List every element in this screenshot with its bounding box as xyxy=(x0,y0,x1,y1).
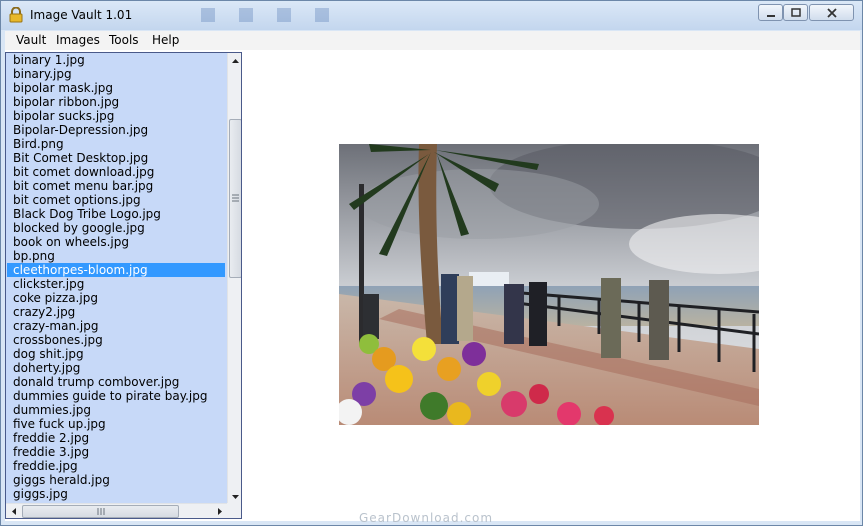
list-item[interactable]: crazy2.jpg xyxy=(7,305,225,319)
list-item[interactable]: binary 1.jpg xyxy=(7,53,225,67)
list-item[interactable]: bipolar mask.jpg xyxy=(7,81,225,95)
grip-icon xyxy=(97,508,105,515)
window-title: Image Vault 1.01 xyxy=(30,8,133,22)
list-item[interactable]: doherty.jpg xyxy=(7,361,225,375)
list-item[interactable]: bit comet menu bar.jpg xyxy=(7,179,225,193)
list-item[interactable]: coke pizza.jpg xyxy=(7,291,225,305)
horizontal-scrollbar[interactable] xyxy=(6,503,227,518)
file-list-rows: binary 1.jpg binary.jpg bipolar mask.jpg bi… xyxy=(7,53,225,501)
vertical-scroll-thumb[interactable] xyxy=(229,119,241,278)
menu-help[interactable]: Help xyxy=(152,33,179,47)
list-item[interactable]: Bird.png xyxy=(7,137,225,151)
menu-tools[interactable]: Tools xyxy=(109,33,139,47)
scroll-left-button[interactable] xyxy=(6,504,21,518)
menu-images[interactable]: Images xyxy=(56,33,100,47)
file-list[interactable]: binary 1.jpg binary.jpg bipolar mask.jpg bi… xyxy=(5,52,242,519)
close-icon xyxy=(826,7,837,18)
list-item[interactable]: Bipolar-Depression.jpg xyxy=(7,123,225,137)
list-item[interactable]: book on wheels.jpg xyxy=(7,235,225,249)
menu-vault[interactable]: Vault xyxy=(16,33,46,47)
title-bar[interactable]: Image Vault 1.01 xyxy=(1,1,862,30)
maximize-icon xyxy=(790,7,801,17)
list-item[interactable]: dummies.jpg xyxy=(7,403,225,417)
minimize-button[interactable] xyxy=(758,4,783,21)
list-item[interactable]: donald trump combover.jpg xyxy=(7,375,225,389)
scrollbar-corner xyxy=(227,503,241,518)
grip-icon xyxy=(232,194,239,202)
list-item[interactable]: giggs herald.jpg xyxy=(7,473,225,487)
list-item[interactable]: dog shit.jpg xyxy=(7,347,225,361)
list-item[interactable]: dummies guide to pirate bay.jpg xyxy=(7,389,225,403)
horizontal-scroll-thumb[interactable] xyxy=(22,505,179,518)
arrow-down-icon xyxy=(232,494,239,499)
list-item[interactable]: clickster.jpg xyxy=(7,277,225,291)
arrow-up-icon xyxy=(232,58,239,63)
scroll-up-button[interactable] xyxy=(228,53,241,68)
arrow-right-icon xyxy=(217,508,222,515)
minimize-icon xyxy=(766,14,775,17)
padlock-icon xyxy=(9,7,23,23)
list-item[interactable]: cleethorpes-bloom.jpg xyxy=(7,263,225,277)
list-item[interactable]: crazy-man.jpg xyxy=(7,319,225,333)
list-item[interactable]: five fuck up.jpg xyxy=(7,417,225,431)
list-item[interactable]: Black Dog Tribe Logo.jpg xyxy=(7,207,225,221)
background-taskbar-ghost xyxy=(201,8,329,22)
list-item[interactable]: freddie 2.jpg xyxy=(7,431,225,445)
scroll-down-button[interactable] xyxy=(228,489,241,504)
list-item[interactable]: Bit Comet Desktop.jpg xyxy=(7,151,225,165)
list-item[interactable]: binary.jpg xyxy=(7,67,225,81)
image-preview[interactable] xyxy=(339,144,759,425)
list-item[interactable]: freddie 3.jpg xyxy=(7,445,225,459)
maximize-button[interactable] xyxy=(783,4,808,21)
list-item[interactable]: bipolar ribbon.jpg xyxy=(7,95,225,109)
list-item[interactable]: crossbones.jpg xyxy=(7,333,225,347)
menu-bar: Vault Images Tools Help xyxy=(5,31,860,51)
list-item[interactable]: bipolar sucks.jpg xyxy=(7,109,225,123)
app-window: Image Vault 1.01 Vault Images Tools Help… xyxy=(0,0,863,526)
list-item[interactable]: bit comet options.jpg xyxy=(7,193,225,207)
list-item[interactable]: bp.png xyxy=(7,249,225,263)
scroll-right-button[interactable] xyxy=(212,504,227,518)
close-button[interactable] xyxy=(809,4,854,21)
list-item[interactable]: freddie.jpg xyxy=(7,459,225,473)
vertical-scrollbar[interactable] xyxy=(227,53,241,504)
list-item[interactable]: bit comet download.jpg xyxy=(7,165,225,179)
list-item[interactable]: blocked by google.jpg xyxy=(7,221,225,235)
list-item[interactable]: giggs.jpg xyxy=(7,487,225,501)
arrow-left-icon xyxy=(11,508,16,515)
watermark: GearDownload.com xyxy=(359,511,494,525)
